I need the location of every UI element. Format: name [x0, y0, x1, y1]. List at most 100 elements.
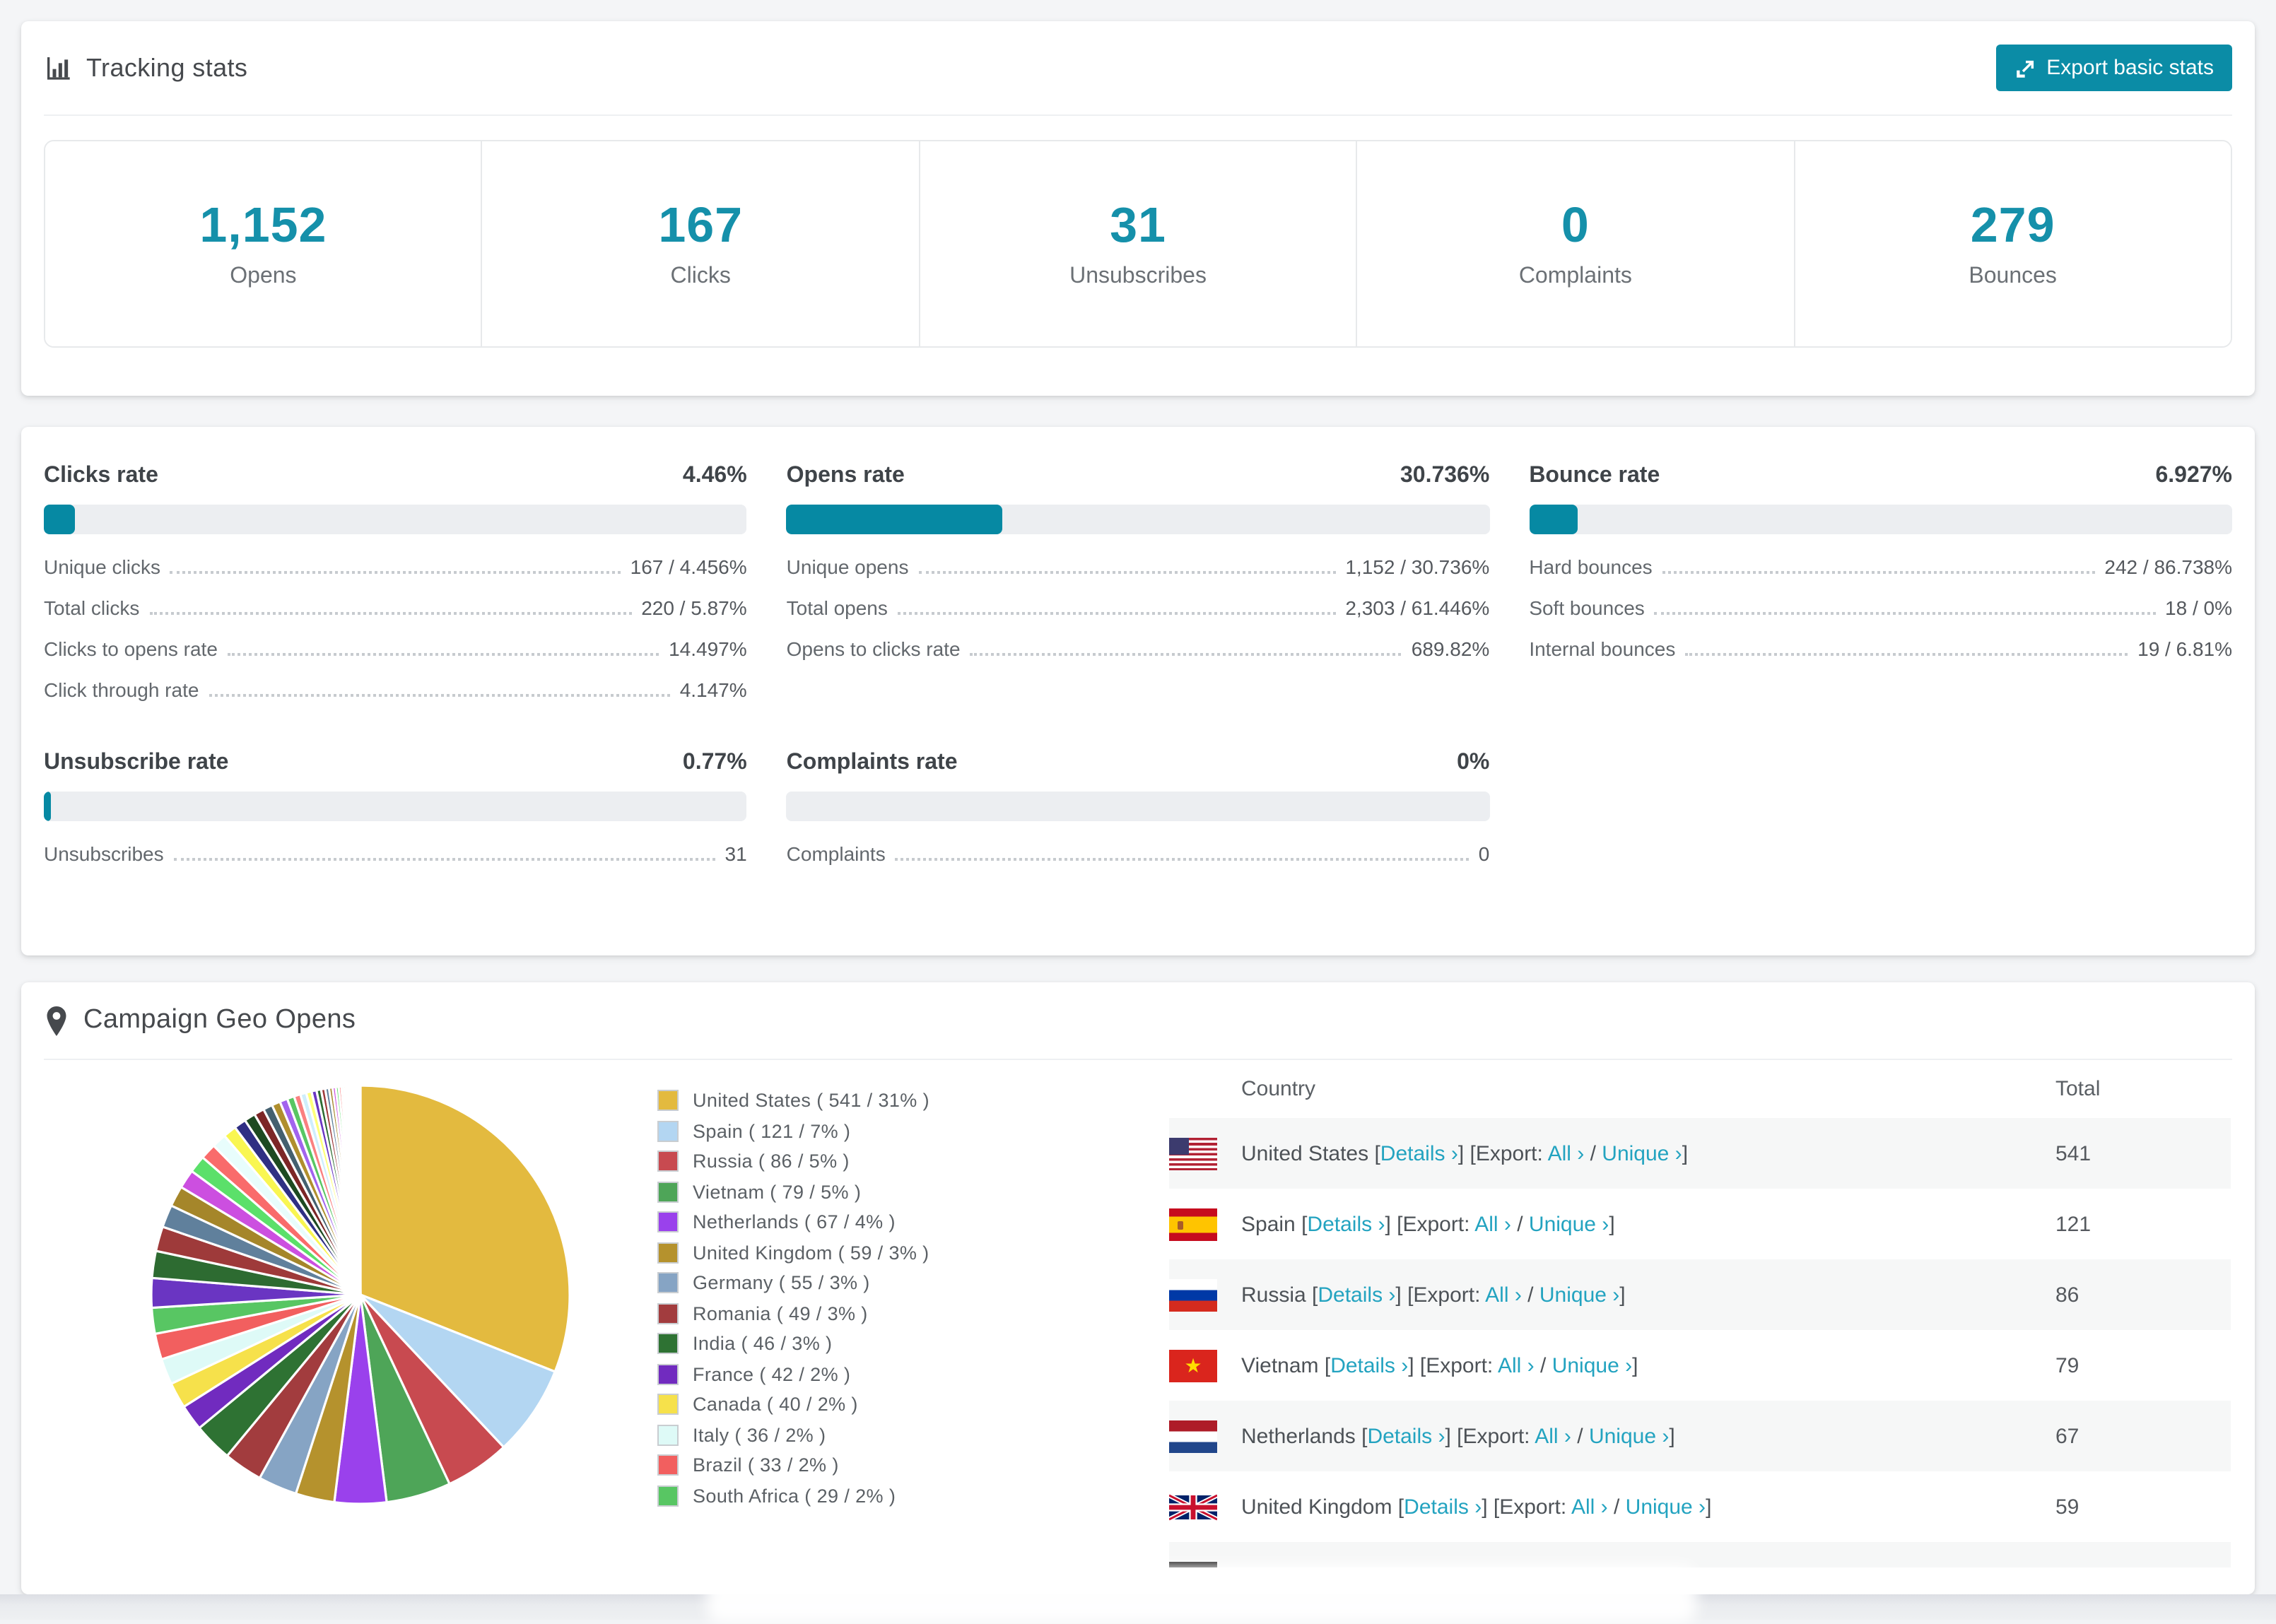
export-unique-link[interactable]: Unique › [1539, 1283, 1619, 1307]
dotted-leader [1685, 653, 2128, 656]
export-unique-link[interactable]: Unique › [1552, 1353, 1632, 1377]
table-row-united-states: United States [Details ›] [Export: All ›… [1169, 1118, 2231, 1189]
rate-head-complaints-rate: Complaints rate 0% [787, 751, 1490, 776]
stat-label-complaints: Complaints [1518, 264, 1632, 288]
summary-stat-clicks: 167 Clicks [481, 141, 919, 346]
rate-rows: Complaints 0 [787, 842, 1490, 866]
export-all-link[interactable]: All › [1498, 1353, 1535, 1377]
legend-item-romania: Romania ( 49 / 3% ) [657, 1298, 929, 1329]
table-row-netherlands: Netherlands [Details ›] [Export: All › /… [1169, 1401, 2231, 1471]
rate-row-opens-to-clicks-rate: Opens to clicks rate 689.82% [787, 637, 1490, 661]
legend-swatch [657, 1302, 679, 1324]
legend-label: Vietnam ( 79 / 5% ) [693, 1181, 862, 1203]
legend-item-vietnam: Vietnam ( 79 / 5% ) [657, 1177, 929, 1207]
total-column-header: Total [2055, 1077, 2101, 1101]
legend-item-france: France ( 42 / 2% ) [657, 1359, 929, 1389]
geo-table-header: Country Total [1169, 1060, 2231, 1118]
details-link[interactable]: Details › [1380, 1141, 1458, 1165]
legend-label: United Kingdom ( 59 / 3% ) [693, 1242, 929, 1264]
table-row-germany: Germany [Details ›] [Export: All › / Uni… [1169, 1542, 2231, 1567]
rate-row-value: 1,152 / 30.736% [1345, 555, 1490, 578]
dotted-leader [209, 694, 670, 697]
rate-row-value: 689.82% [1411, 637, 1490, 660]
rate-title: Opens rate [786, 464, 905, 488]
rate-row-label: Unique clicks [44, 555, 160, 578]
rate-row-unique-opens: Unique opens 1,152 / 30.736% [787, 555, 1490, 579]
rate-value: 6.927% [2155, 464, 2232, 488]
legend-swatch [657, 1181, 679, 1203]
rates-card: Clicks rate 4.46% Unique clicks 167 / 4.456… [21, 427, 2255, 955]
rate-row-value: 242 / 86.738% [2104, 555, 2232, 578]
geo-title: Campaign Geo Opens [83, 1005, 356, 1035]
legend-swatch [657, 1394, 679, 1416]
rate-row-clicks-to-opens-rate: Clicks to opens rate 14.497% [44, 637, 747, 661]
rate-head-bounce-rate: Bounce rate 6.927% [1529, 464, 2232, 489]
stat-value-clicks: 167 [658, 198, 744, 253]
bottom-glow [707, 1565, 1696, 1624]
country-cell: United Kingdom [Details ›] [Export: All … [1241, 1495, 1712, 1519]
export-basic-stats-button[interactable]: Export basic stats [1995, 45, 2232, 91]
pie-legend: United States ( 541 / 31% ) Spain ( 121 /… [657, 1085, 929, 1511]
rate-row-value: 167 / 4.456% [630, 555, 747, 578]
progress-fill [1529, 505, 1578, 534]
rate-row-unique-clicks: Unique clicks 167 / 4.456% [44, 555, 747, 579]
bar-chart-icon [44, 54, 72, 82]
tracking-stats-card: Tracking stats Export basic stats 1,152 O… [21, 21, 2255, 396]
dotted-leader [897, 612, 1336, 615]
export-all-link[interactable]: All › [1485, 1283, 1522, 1307]
rate-row-click-through-rate: Click through rate 4.147% [44, 678, 747, 702]
summary-stat-opens: 1,152 Opens [45, 141, 481, 346]
rate-title: Unsubscribe rate [44, 751, 229, 775]
dotted-leader [1654, 612, 2156, 615]
rate-panel-unsubscribe-rate: Unsubscribe rate 0.77% Unsubscribes 31 [44, 751, 747, 866]
legend-item-netherlands: Netherlands ( 67 / 4% ) [657, 1207, 929, 1237]
legend-swatch [657, 1333, 679, 1355]
table-row-vietnam: ★ Vietnam [Details ›] [Export: All › / Un… [1169, 1330, 2231, 1401]
details-link[interactable]: Details › [1318, 1283, 1395, 1307]
legend-swatch [657, 1211, 679, 1233]
export-all-link[interactable]: All › [1474, 1212, 1511, 1236]
country-cell: Russia [Details ›] [Export: All › / Uniq… [1241, 1283, 1626, 1307]
rate-row-label: Internal bounces [1529, 637, 1676, 660]
legend-label: United States ( 541 / 31% ) [693, 1090, 929, 1112]
details-link[interactable]: Details › [1404, 1495, 1482, 1519]
legend-label: Germany ( 55 / 3% ) [693, 1272, 870, 1294]
rate-row-unsubscribes: Unsubscribes 31 [44, 842, 747, 866]
export-unique-link[interactable]: Unique › [1626, 1495, 1706, 1519]
legend-swatch [657, 1120, 679, 1142]
rate-rows: Unsubscribes 31 [44, 842, 747, 866]
rate-row-value: 0 [1478, 842, 1490, 865]
details-link[interactable]: Details › [1330, 1353, 1408, 1377]
rate-title: Bounce rate [1529, 464, 1660, 488]
rate-panel-bounce-rate: Bounce rate 6.927% Hard bounces 242 / 86.73… [1529, 464, 2232, 702]
rate-row-value: 19 / 6.81% [2137, 637, 2232, 660]
rate-head-opens-rate: Opens rate 30.736% [787, 464, 1490, 489]
rate-row-value: 220 / 5.87% [641, 596, 747, 619]
rate-row-label: Unique opens [786, 555, 909, 578]
stat-label-clicks: Clicks [670, 264, 731, 288]
rate-row-hard-bounces: Hard bounces 242 / 86.738% [1529, 555, 2232, 579]
tracking-stats-header: Tracking stats Export basic stats [21, 21, 2255, 114]
progress-bar-complaints-rate [786, 792, 1490, 821]
legend-swatch [657, 1485, 679, 1507]
export-all-link[interactable]: All › [1548, 1141, 1585, 1165]
export-unique-link[interactable]: Unique › [1602, 1141, 1682, 1165]
export-all-link[interactable]: All › [1571, 1495, 1608, 1519]
progress-fill [44, 792, 52, 821]
stat-value-complaints: 0 [1561, 198, 1590, 253]
details-link[interactable]: Details › [1367, 1424, 1445, 1448]
rate-row-total-opens: Total opens 2,303 / 61.446% [787, 596, 1490, 620]
legend-label: Italy ( 36 / 2% ) [693, 1424, 826, 1446]
legend-label: France ( 42 / 2% ) [693, 1363, 851, 1385]
export-all-link[interactable]: All › [1535, 1424, 1571, 1448]
total-cell: 59 [2055, 1495, 2080, 1519]
rate-row-label: Soft bounces [1529, 596, 1645, 619]
details-link[interactable]: Details › [1307, 1212, 1385, 1236]
export-unique-link[interactable]: Unique › [1529, 1212, 1609, 1236]
rate-row-value: 31 [725, 842, 747, 865]
dotted-leader [227, 653, 659, 656]
export-unique-link[interactable]: Unique › [1589, 1424, 1669, 1448]
rate-title: Complaints rate [786, 751, 958, 775]
geo-pie-chart[interactable] [148, 1083, 573, 1507]
rate-row-complaints: Complaints 0 [787, 842, 1490, 866]
